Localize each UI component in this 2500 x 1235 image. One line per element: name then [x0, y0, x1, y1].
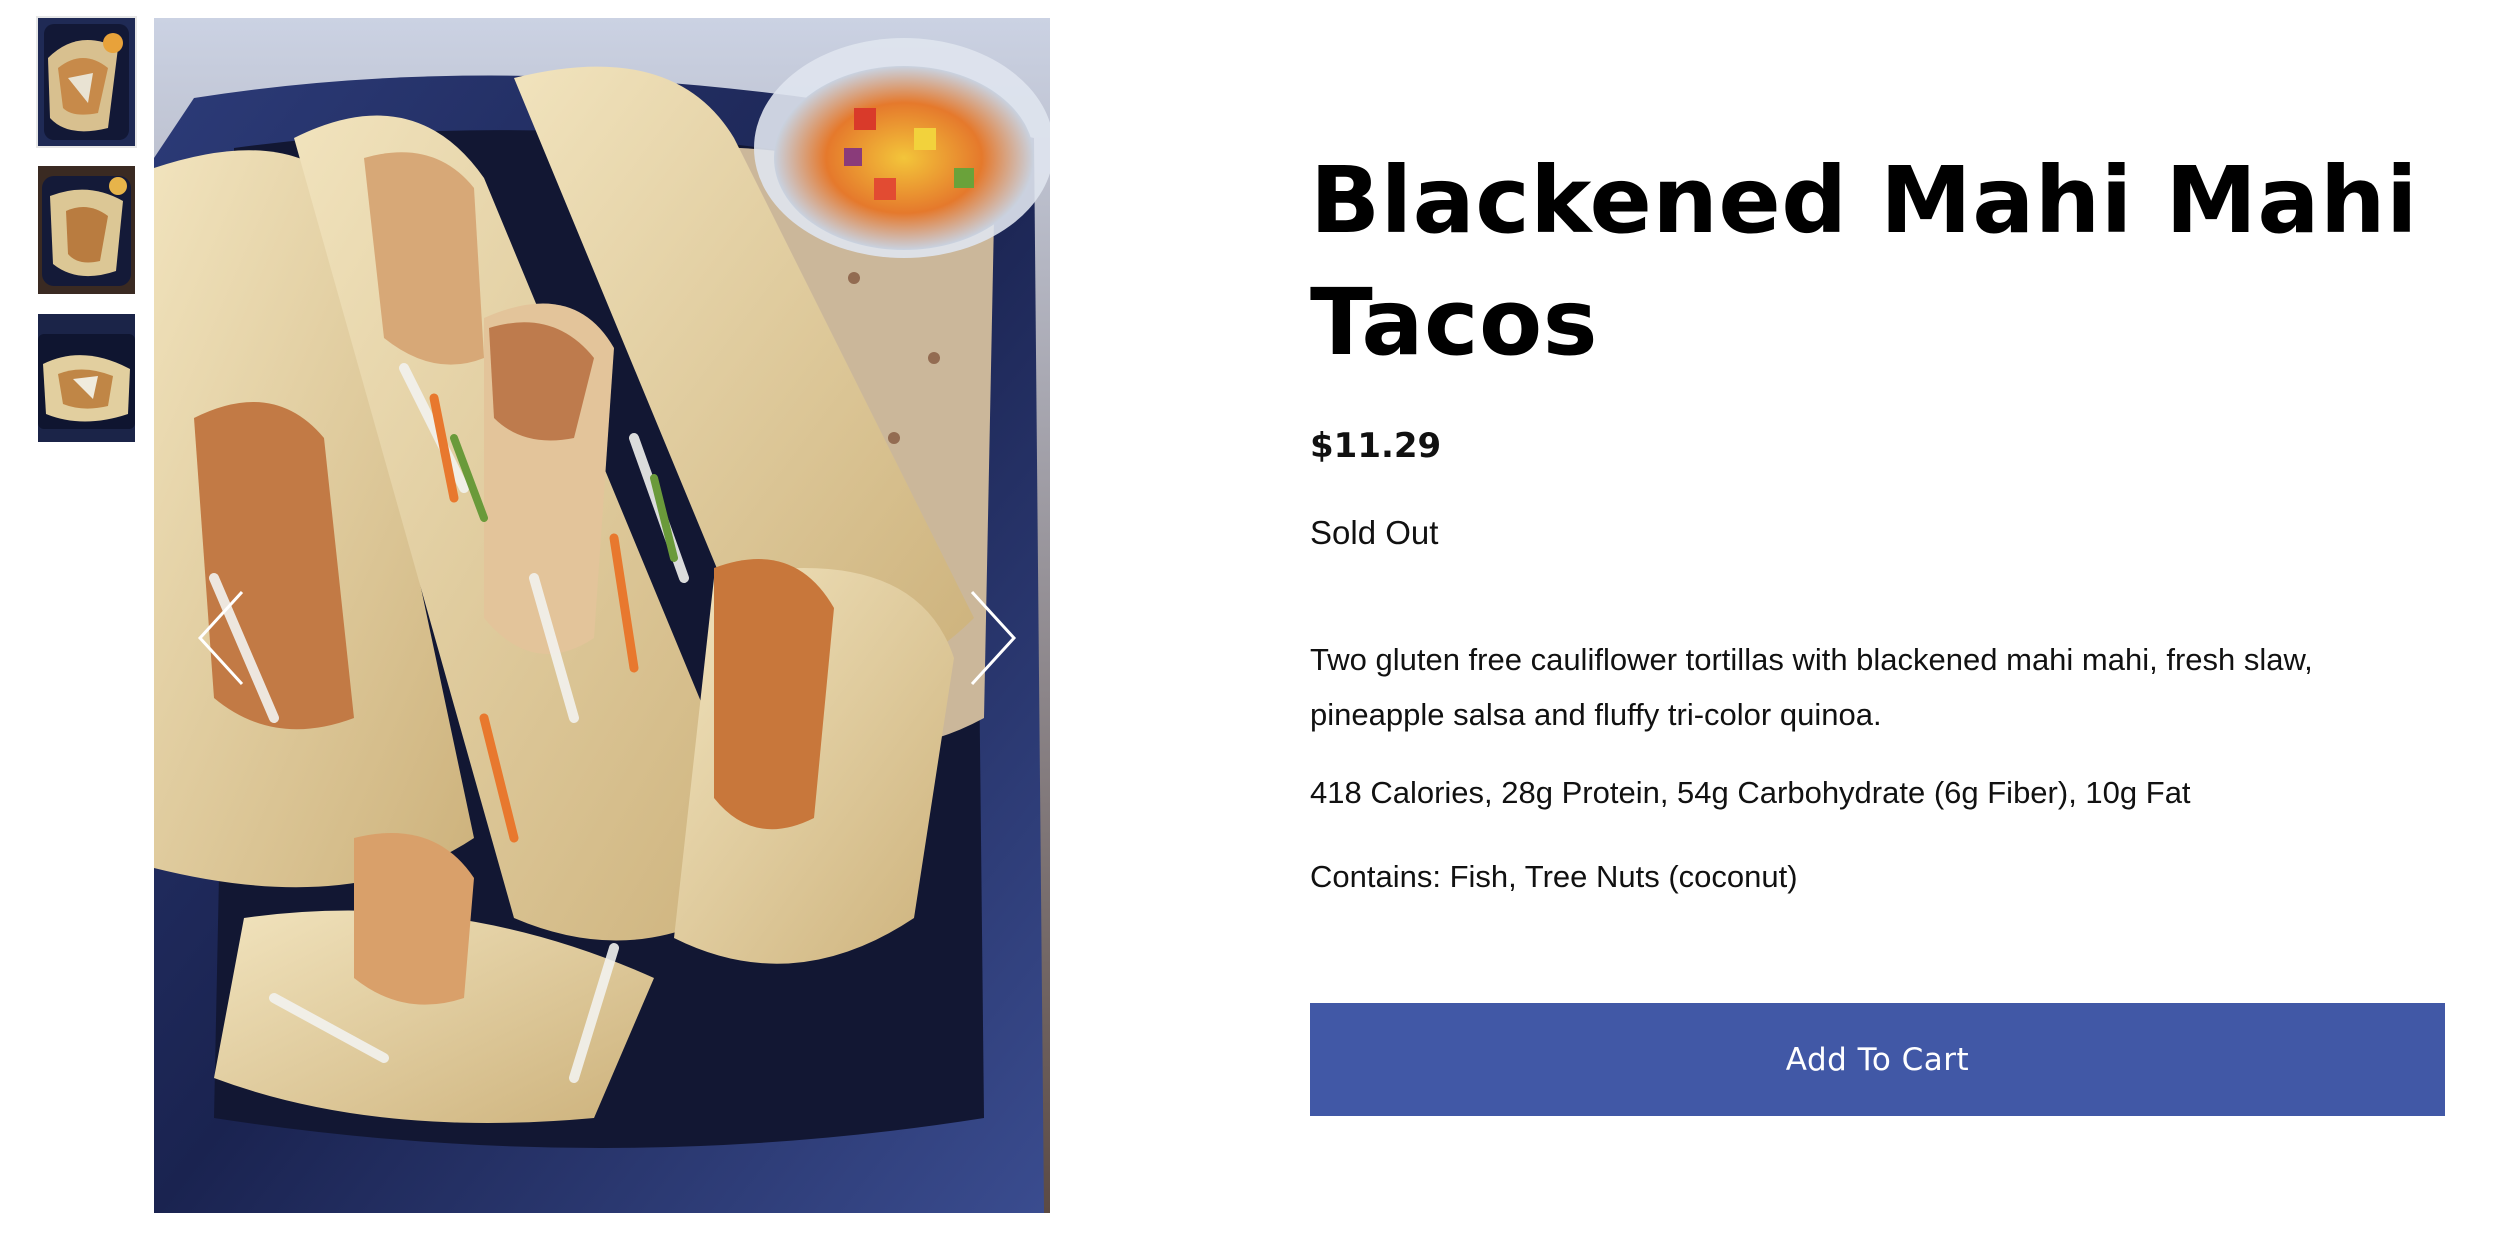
product-title: Blackened Mahi Mahi Tacos [1310, 140, 2445, 384]
add-to-cart-button[interactable]: Add To Cart [1310, 1003, 2445, 1116]
next-image-button[interactable] [960, 588, 1020, 688]
taco-photo-thumbnail-1 [38, 18, 135, 146]
taco-photo-thumbnail-3 [38, 314, 135, 442]
taco-photo [154, 18, 1050, 1213]
stock-status: Sold Out [1310, 514, 1439, 551]
chevron-left-icon [197, 590, 244, 686]
allergen-info: Contains: Fish, Tree Nuts (coconut) [1310, 859, 1798, 894]
thumbnail-list [36, 16, 137, 462]
thumbnail-2[interactable] [38, 166, 135, 294]
thumbnail-1[interactable] [36, 16, 137, 148]
product-price: $11.29 [1310, 426, 1442, 466]
product-description: Two gluten free cauliflower tortillas wi… [1310, 642, 2313, 732]
product-title-line-2: Tacos [1310, 269, 1598, 376]
thumbnail-3[interactable] [38, 314, 135, 442]
previous-image-button[interactable] [194, 588, 254, 688]
nutrition-facts: 418 Calories, 28g Protein, 54g Carbohydr… [1310, 775, 2191, 810]
chevron-right-icon [970, 590, 1017, 686]
product-title-line-1: Blackened Mahi Mahi [1310, 147, 2419, 254]
taco-photo-thumbnail-2 [38, 166, 135, 294]
product-main-image[interactable] [154, 18, 1050, 1213]
product-info: Blackened Mahi Mahi Tacos $11.29 Sold Ou… [1310, 140, 2445, 899]
